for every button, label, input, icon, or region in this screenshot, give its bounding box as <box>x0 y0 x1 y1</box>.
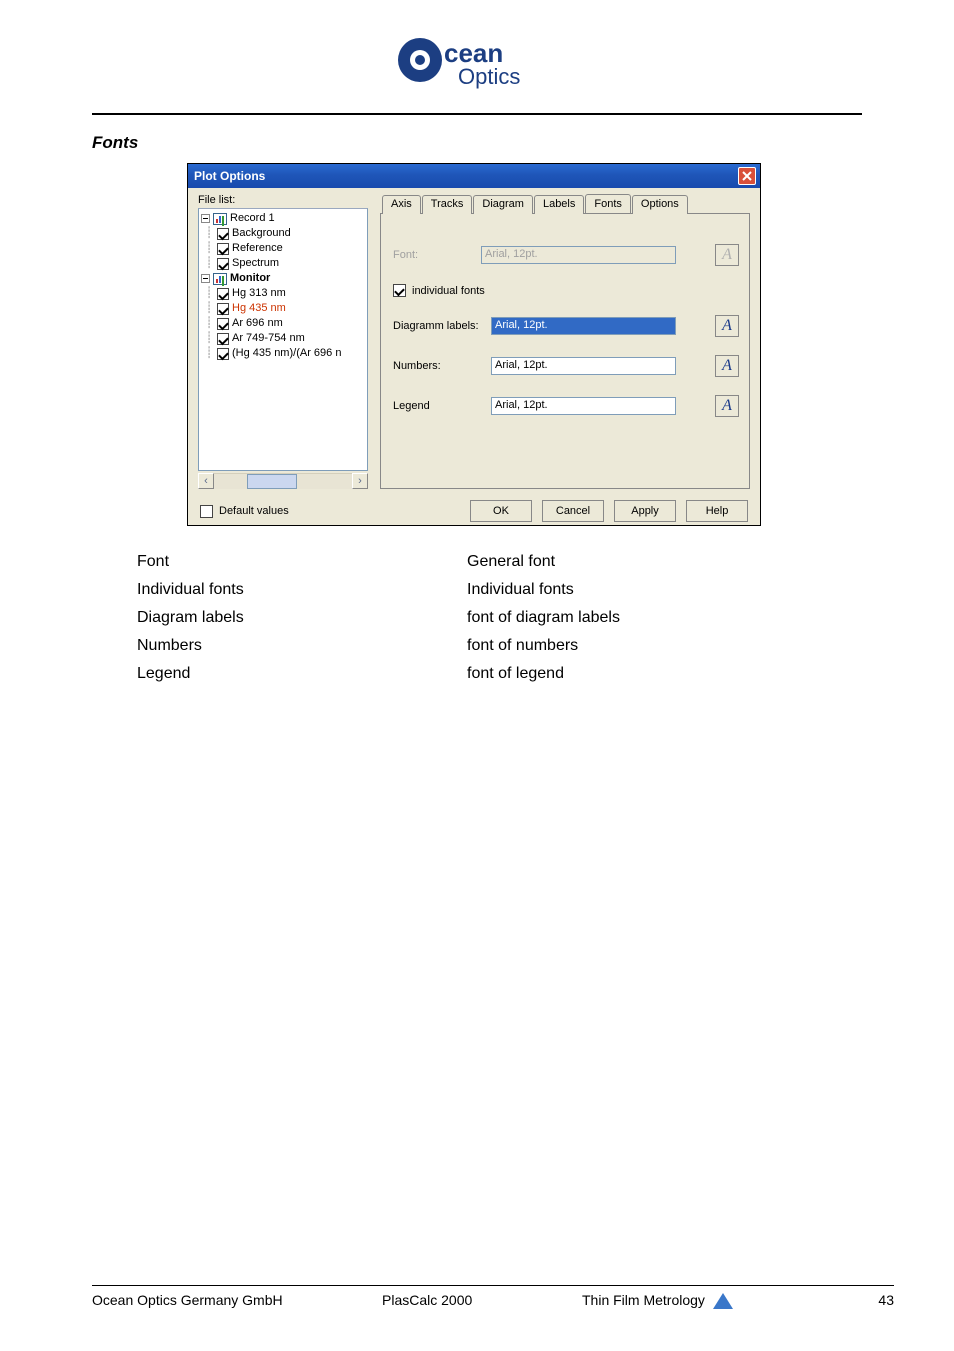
tree-item-record1[interactable]: Record 1 <box>230 211 275 226</box>
individual-fonts-label: individual fonts <box>412 285 485 297</box>
checkbox[interactable] <box>217 258 229 270</box>
svg-text:Optics: Optics <box>458 64 520 89</box>
font-picker-button[interactable]: A <box>715 315 739 337</box>
checkbox[interactable] <box>217 243 229 255</box>
description-table: FontGeneral font Individual fontsIndivid… <box>137 548 862 688</box>
logo: cean Optics <box>92 30 862 113</box>
chart-icon <box>213 213 227 225</box>
footer-right: Thin Film Metrology <box>582 1292 705 1308</box>
tree-file-list[interactable]: Record 1 ┊Background ┊Reference ┊Spectru… <box>198 208 368 471</box>
font-picker-button[interactable]: A <box>715 355 739 377</box>
section-title: Fonts <box>92 133 862 153</box>
diagram-labels-input[interactable]: Arial, 12pt. <box>491 317 676 335</box>
desc-value: font of legend <box>467 660 564 688</box>
desc-value: General font <box>467 548 555 576</box>
apply-button[interactable]: Apply <box>614 500 676 522</box>
chart-icon <box>213 273 227 285</box>
page-footer: Ocean Optics Germany GmbH PlasCalc 2000 … <box>92 1285 894 1309</box>
tab-options[interactable]: Options <box>632 195 688 214</box>
scroll-left-icon[interactable]: ‹ <box>198 473 214 489</box>
desc-value: font of numbers <box>467 632 578 660</box>
legend-label: Legend <box>393 400 483 412</box>
tree-item[interactable]: Spectrum <box>232 256 279 271</box>
desc-label: Numbers <box>137 632 467 660</box>
screenshot-plot-options: Plot Options File list: Record 1 ┊Backgr… <box>187 163 761 526</box>
default-values-label: Default values <box>219 505 289 517</box>
tree-item[interactable]: Hg 313 nm <box>232 286 286 301</box>
cancel-button[interactable]: Cancel <box>542 500 604 522</box>
tree-item[interactable]: Ar 696 nm <box>232 316 283 331</box>
tab-axis[interactable]: Axis <box>382 195 421 214</box>
footer-center: PlasCalc 2000 <box>382 1292 582 1308</box>
dialog-button-bar: Default values OK Cancel Apply Help <box>188 491 760 525</box>
tree-item[interactable]: Reference <box>232 241 283 256</box>
scroll-right-icon[interactable]: › <box>352 473 368 489</box>
default-values-checkbox[interactable] <box>200 505 213 518</box>
tabs: Axis Tracks Diagram Labels Fonts Options <box>382 194 750 213</box>
diagram-labels-label: Diagramm labels: <box>393 320 483 332</box>
tab-fonts[interactable]: Fonts <box>585 194 631 213</box>
checkbox[interactable] <box>217 333 229 345</box>
file-list-label: File list: <box>198 194 368 206</box>
desc-label: Individual fonts <box>137 576 467 604</box>
desc-value: Individual fonts <box>467 576 574 604</box>
tab-panel-fonts: Font: Arial, 12pt. A individual fonts Di… <box>380 213 750 489</box>
tree-item[interactable]: (Hg 435 nm)/(Ar 696 n <box>232 346 341 361</box>
tab-labels[interactable]: Labels <box>534 195 584 214</box>
header-rule <box>92 113 862 115</box>
page-number: 43 <box>878 1292 894 1308</box>
checkbox[interactable] <box>217 348 229 360</box>
expander-icon[interactable] <box>201 214 210 223</box>
desc-label: Font <box>137 548 467 576</box>
checkbox[interactable] <box>217 318 229 330</box>
font-picker-button: A <box>715 244 739 266</box>
horizontal-scrollbar[interactable]: ‹ › <box>198 473 368 489</box>
individual-fonts-checkbox[interactable] <box>393 284 406 297</box>
tree-item[interactable]: Background <box>232 226 291 241</box>
checkbox[interactable] <box>217 303 229 315</box>
help-button[interactable]: Help <box>686 500 748 522</box>
close-button[interactable] <box>738 167 756 185</box>
desc-label: Diagram labels <box>137 604 467 632</box>
tree-item-monitor[interactable]: Monitor <box>230 271 270 286</box>
footer-left: Ocean Optics Germany GmbH <box>92 1292 382 1308</box>
checkbox[interactable] <box>217 228 229 240</box>
font-picker-button[interactable]: A <box>715 395 739 417</box>
desc-value: font of diagram labels <box>467 604 620 632</box>
desc-label: Legend <box>137 660 467 688</box>
numbers-label: Numbers: <box>393 360 483 372</box>
tab-tracks[interactable]: Tracks <box>422 195 473 214</box>
font-input: Arial, 12pt. <box>481 246 676 264</box>
scroll-thumb[interactable] <box>247 474 297 489</box>
dialog-title: Plot Options <box>194 169 265 183</box>
font-label: Font: <box>393 249 473 261</box>
dialog-titlebar: Plot Options <box>188 164 760 188</box>
tree-item-selected[interactable]: Hg 435 nm <box>232 301 286 316</box>
tree-item[interactable]: Ar 749-754 nm <box>232 331 305 346</box>
numbers-input[interactable]: Arial, 12pt. <box>491 357 676 375</box>
legend-input[interactable]: Arial, 12pt. <box>491 397 676 415</box>
ok-button[interactable]: OK <box>470 500 532 522</box>
triangle-icon <box>713 1293 733 1309</box>
checkbox[interactable] <box>217 288 229 300</box>
tab-diagram[interactable]: Diagram <box>473 195 533 214</box>
expander-icon[interactable] <box>201 274 210 283</box>
